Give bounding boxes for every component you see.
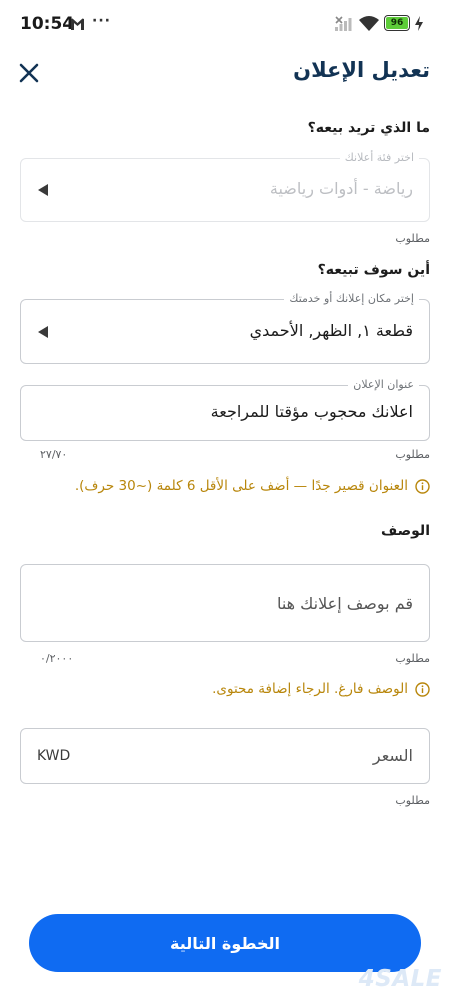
category-value: رياضة - أدوات رياضية (269, 179, 413, 198)
more-notifications-icon: ··· (92, 13, 111, 29)
close-icon[interactable] (18, 62, 40, 84)
info-icon (415, 681, 430, 697)
description-counter: ٠/٢٠٠٠ (40, 652, 74, 665)
ad-title-legend: عنوان الإعلان (348, 377, 419, 393)
wifi-icon (359, 16, 379, 31)
next-step-button[interactable]: الخطوة التالية (29, 914, 421, 972)
location-value: قطعة ١, الظهر, الأحمدي (249, 321, 413, 340)
signal-icon (335, 16, 352, 31)
ad-title-counter: ٢٧/٧٠ (40, 448, 68, 461)
charging-icon (415, 16, 423, 31)
location-legend: إختر مكان إعلانك أو خدمتك (284, 291, 419, 307)
gmail-icon (71, 18, 84, 30)
description-label: الوصف (380, 523, 430, 539)
category-select[interactable]: اختر فئة أعلانك رياضة - أدوات رياضية (20, 150, 430, 222)
page-title: تعديل الإعلان (293, 58, 430, 82)
price-placeholder: السعر (372, 746, 413, 765)
info-icon (415, 478, 430, 494)
caret-left-icon (38, 184, 48, 196)
category-legend: اختر فئة أعلانك (339, 150, 419, 166)
currency-label: KWD (37, 748, 71, 764)
battery-icon: 96 (384, 15, 410, 31)
brand-watermark: 4SALE (358, 966, 442, 992)
location-select[interactable]: إختر مكان إعلانك أو خدمتك قطعة ١, الظهر,… (20, 291, 430, 364)
description-textarea[interactable]: قم بوصف إعلانك هنا (20, 564, 430, 642)
category-section-label: ما الذي تريد بيعه؟ (307, 120, 430, 136)
location-section-label: أين سوف تبيعه؟ (317, 262, 430, 278)
ad-title-warning: العنوان قصير جدًا — أضف على الأقل 6 كلمة… (75, 478, 430, 494)
caret-left-icon (38, 326, 48, 338)
description-warning: الوصف فارغ. الرجاء إضافة محتوى. (212, 681, 430, 697)
price-input[interactable]: السعر KWD (20, 728, 430, 784)
category-required: مطلوب (395, 232, 430, 245)
battery-level: 96 (390, 18, 404, 28)
description-placeholder: قم بوصف إعلانك هنا (276, 594, 413, 613)
description-required: مطلوب (395, 652, 430, 665)
ad-title-value: اعلانك محجوب مؤقتا للمراجعة (210, 402, 413, 421)
ad-title-warning-text: العنوان قصير جدًا — أضف على الأقل 6 كلمة… (74, 478, 408, 494)
price-required: مطلوب (395, 794, 430, 807)
ad-title-field[interactable]: عنوان الإعلان اعلانك محجوب مؤقتا للمراجع… (20, 377, 430, 441)
status-time: 10:54 (20, 14, 75, 34)
status-bar: 10:54 ··· 96 (0, 0, 450, 50)
description-warning-text: الوصف فارغ. الرجاء إضافة محتوى. (212, 681, 408, 697)
ad-title-required: مطلوب (395, 448, 430, 461)
